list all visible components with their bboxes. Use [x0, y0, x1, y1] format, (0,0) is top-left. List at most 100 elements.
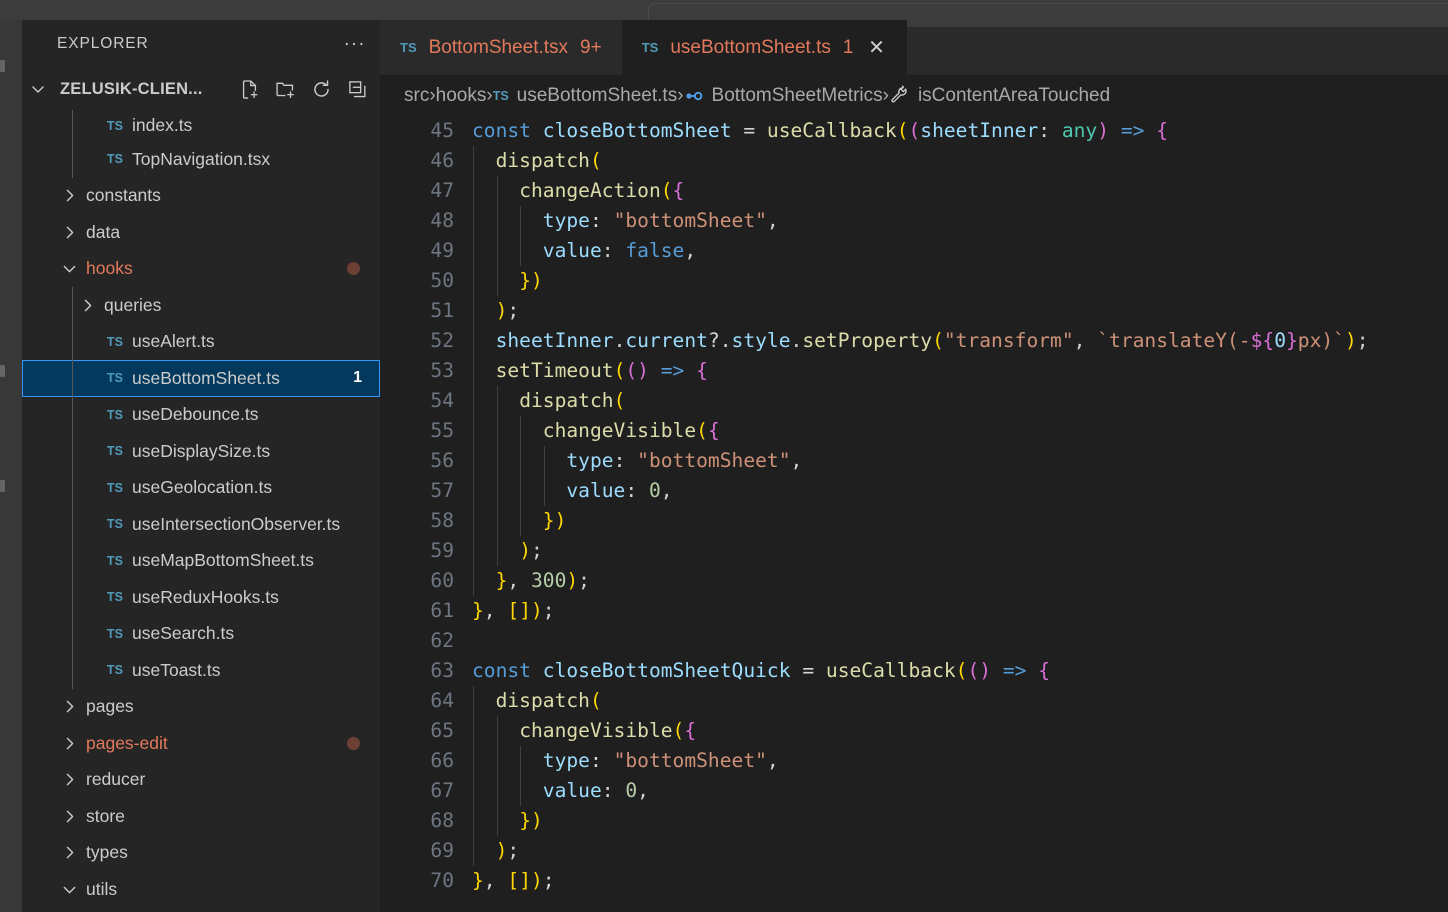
- chevron-right-icon[interactable]: [58, 187, 80, 204]
- code-line[interactable]: type: "bottomSheet",: [472, 446, 1448, 476]
- editor-tab-bar[interactable]: TS BottomSheet.tsx 9+ TS useBottomSheet.ts 1 ✕: [380, 20, 1448, 75]
- code-line[interactable]: }, []);: [472, 596, 1448, 626]
- editor-tab-usebottomsheet.ts[interactable]: TS useBottomSheet.ts 1 ✕: [621, 20, 908, 75]
- chevron-right-icon[interactable]: [58, 224, 80, 241]
- tree-file-index.ts[interactable]: TS index.ts: [22, 110, 380, 141]
- code-editor[interactable]: 45 46 47 48 49 50 51 52 53 54 55 56 57 58 59 60 61 62 63 64…: [380, 116, 1448, 912]
- code-line[interactable]: dispatch(: [472, 686, 1448, 716]
- chevron-down-icon[interactable]: [58, 260, 80, 277]
- tree-file-usedisplaysize.ts[interactable]: TS useDisplaySize.ts: [22, 433, 380, 470]
- code-line[interactable]: type: "bottomSheet",: [472, 206, 1448, 236]
- breadcrumb-item-hooks[interactable]: hooks: [436, 85, 487, 107]
- tab-bar-filler: [907, 20, 1448, 75]
- line-number: 60: [430, 569, 454, 592]
- sidebar-title-bar: EXPLORER ...: [22, 20, 380, 68]
- tab-problem-count: 9+: [580, 36, 602, 58]
- new-folder-icon[interactable]: [270, 74, 300, 104]
- activity-bar-item-explorer[interactable]: [0, 60, 5, 72]
- breadcrumb[interactable]: src › hooks › TS useBottomSheet.ts › BottomShee…: [380, 75, 1448, 116]
- code-line[interactable]: }, []);: [472, 866, 1448, 896]
- code-line[interactable]: sheetInner.current?.style.setProperty("t…: [472, 326, 1448, 356]
- tree-file-usedebounce.ts[interactable]: TS useDebounce.ts: [22, 396, 380, 433]
- code-line[interactable]: changeVisible({: [472, 716, 1448, 746]
- tree-folder-types[interactable]: types: [22, 835, 380, 872]
- code-line[interactable]: );: [472, 836, 1448, 866]
- code-line[interactable]: changeVisible({: [472, 416, 1448, 446]
- close-icon[interactable]: ✕: [865, 37, 887, 59]
- refresh-icon[interactable]: [306, 74, 336, 104]
- file-tree[interactable]: TS index.ts TS TopNavigation.tsx constants da…: [22, 110, 380, 912]
- activity-bar[interactable]: [0, 20, 22, 912]
- code-line[interactable]: }): [472, 806, 1448, 836]
- tree-item-label: utils: [86, 878, 118, 899]
- chevron-right-icon[interactable]: [58, 698, 80, 715]
- tree-folder-constants[interactable]: constants: [22, 178, 380, 215]
- code-line[interactable]: dispatch(: [472, 146, 1448, 176]
- line-number: 50: [430, 269, 454, 292]
- code-line[interactable]: value: false,: [472, 236, 1448, 266]
- code-line[interactable]: );: [472, 536, 1448, 566]
- activity-bar-item-scm[interactable]: [0, 480, 5, 492]
- typescript-file-icon: TS: [106, 553, 124, 568]
- code-content[interactable]: const closeBottomSheet = useCallback((sh…: [472, 116, 1448, 912]
- tree-folder-pages[interactable]: pages: [22, 689, 380, 726]
- code-line[interactable]: [472, 626, 1448, 656]
- tree-folder-queries[interactable]: queries: [22, 287, 380, 324]
- tree-folder-hooks[interactable]: hooks: [22, 251, 380, 288]
- code-line[interactable]: setTimeout(() => {: [472, 356, 1448, 386]
- chevron-right-icon[interactable]: [58, 771, 80, 788]
- line-number: 47: [430, 179, 454, 202]
- code-line[interactable]: );: [472, 296, 1448, 326]
- activity-bar-item-search[interactable]: [0, 365, 5, 377]
- tree-file-usesearch.ts[interactable]: TS useSearch.ts: [22, 615, 380, 652]
- tree-file-usemapbottomsheet.ts[interactable]: TS useMapBottomSheet.ts: [22, 542, 380, 579]
- breadcrumb-item-usebottomsheet.ts[interactable]: TS useBottomSheet.ts: [493, 85, 678, 107]
- tree-file-usegeolocation.ts[interactable]: TS useGeolocation.ts: [22, 469, 380, 506]
- chevron-right-icon[interactable]: [58, 735, 80, 752]
- code-line[interactable]: const closeBottomSheetQuick = useCallbac…: [472, 656, 1448, 686]
- chevron-right-icon[interactable]: [76, 297, 98, 314]
- code-line[interactable]: value: 0,: [472, 776, 1448, 806]
- tree-item-label: useReduxHooks.ts: [132, 586, 279, 607]
- tree-item-label: store: [86, 805, 125, 826]
- tree-folder-utils[interactable]: utils: [22, 871, 380, 908]
- code-line[interactable]: const closeBottomSheet = useCallback((sh…: [472, 116, 1448, 146]
- typescript-file-icon: TS: [641, 40, 659, 55]
- tree-file-usetoast.ts[interactable]: TS useToast.ts: [22, 652, 380, 689]
- breadcrumb-item-bottomsheetmetrics[interactable]: BottomSheetMetrics: [684, 85, 883, 107]
- tree-file-usealert.ts[interactable]: TS useAlert.ts: [22, 323, 380, 360]
- tree-folder-store[interactable]: store: [22, 798, 380, 835]
- tree-file-usereduxhooks.ts[interactable]: TS useReduxHooks.ts: [22, 579, 380, 616]
- chevron-down-icon[interactable]: [30, 81, 60, 97]
- code-line[interactable]: }): [472, 266, 1448, 296]
- chevron-right-icon[interactable]: [58, 808, 80, 825]
- typescript-file-icon: TS: [492, 88, 509, 103]
- chevron-down-icon[interactable]: [58, 881, 80, 898]
- tree-file-topnavigation.tsx[interactable]: TS TopNavigation.tsx: [22, 141, 380, 178]
- code-line[interactable]: dispatch(: [472, 386, 1448, 416]
- tree-folder-pages-edit[interactable]: pages-edit: [22, 725, 380, 762]
- tree-folder-reducer[interactable]: reducer: [22, 762, 380, 799]
- tree-file-useintersectionobserver.ts[interactable]: TS useIntersectionObserver.ts: [22, 506, 380, 543]
- code-line[interactable]: type: "bottomSheet",: [472, 746, 1448, 776]
- chevron-right-icon[interactable]: [58, 844, 80, 861]
- vscode-window: EXPLORER ... ZELUSIK-CLIEN... TS index.t…: [0, 0, 1448, 912]
- tree-indent: [22, 360, 76, 397]
- collapse-all-icon[interactable]: [342, 74, 372, 104]
- new-file-icon[interactable]: [234, 74, 264, 104]
- editor-tab-bottomsheet.tsx[interactable]: TS BottomSheet.tsx 9+: [380, 20, 622, 75]
- tree-file-usebottomsheet.ts[interactable]: TS useBottomSheet.ts 1: [22, 360, 380, 397]
- editor-group: TS BottomSheet.tsx 9+ TS useBottomSheet.ts 1 ✕…: [380, 20, 1448, 912]
- code-line[interactable]: }, 300);: [472, 566, 1448, 596]
- sidebar-overflow-menu-icon[interactable]: ...: [344, 30, 366, 53]
- breadcrumb-item-iscontentareatouched[interactable]: isContentAreaTouched: [889, 85, 1110, 107]
- breadcrumb-label: isContentAreaTouched: [917, 84, 1111, 106]
- code-line[interactable]: }): [472, 506, 1448, 536]
- code-line[interactable]: value: 0,: [472, 476, 1448, 506]
- code-line[interactable]: changeAction({: [472, 176, 1448, 206]
- breadcrumb-item-src[interactable]: src: [404, 85, 429, 107]
- explorer-folder-header[interactable]: ZELUSIK-CLIEN...: [22, 68, 380, 110]
- tree-folder-data[interactable]: data: [22, 214, 380, 251]
- typescript-file-icon: TS: [106, 334, 124, 349]
